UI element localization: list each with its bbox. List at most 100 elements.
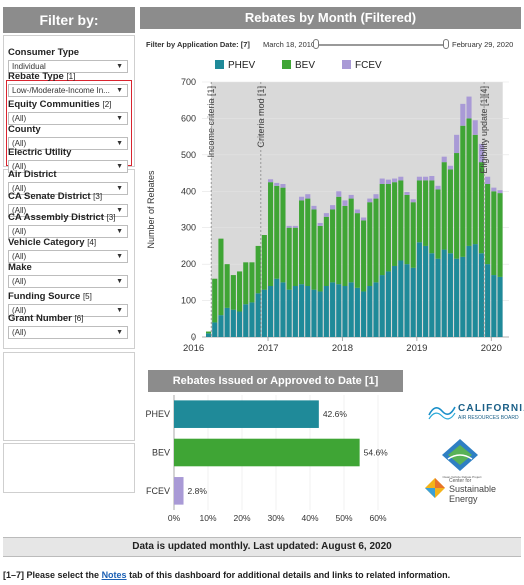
- bar-fcev[interactable]: [174, 477, 184, 505]
- bar-bev[interactable]: [410, 202, 416, 268]
- bar-phev[interactable]: [317, 291, 323, 337]
- bar-fcev[interactable]: [379, 178, 385, 184]
- bar-fcev[interactable]: [311, 205, 317, 210]
- bar-fcev[interactable]: [354, 209, 360, 214]
- bar-fcev[interactable]: [280, 184, 286, 188]
- bar-phev[interactable]: [299, 284, 305, 337]
- date-slider-track[interactable]: [318, 44, 443, 46]
- legend-item-bev[interactable]: BEV: [282, 60, 315, 71]
- bar-phev[interactable]: [447, 253, 453, 337]
- bar-fcev[interactable]: [410, 199, 416, 203]
- bar-fcev[interactable]: [323, 213, 329, 217]
- bar-phev[interactable]: [342, 286, 348, 337]
- bar-fcev[interactable]: [268, 179, 274, 183]
- bar-bev[interactable]: [478, 162, 484, 254]
- bar-fcev[interactable]: [299, 196, 305, 201]
- bar-phev[interactable]: [485, 264, 491, 337]
- bar-bev[interactable]: [429, 180, 435, 254]
- bar-phev[interactable]: [206, 333, 212, 337]
- bar-bev[interactable]: [268, 182, 274, 286]
- bar-phev[interactable]: [454, 258, 460, 337]
- bar-fcev[interactable]: [460, 103, 466, 126]
- bar-bev[interactable]: [485, 184, 491, 265]
- bar-phev[interactable]: [416, 242, 422, 337]
- bar-fcev[interactable]: [342, 200, 348, 206]
- bar-phev[interactable]: [224, 307, 230, 337]
- bar-fcev[interactable]: [286, 225, 292, 228]
- bar-bev[interactable]: [255, 245, 261, 294]
- bar-phev[interactable]: [497, 276, 503, 337]
- bar-fcev[interactable]: [317, 222, 323, 226]
- bar-bev[interactable]: [460, 125, 466, 257]
- bar-fcev[interactable]: [435, 185, 441, 190]
- bar-phev[interactable]: [429, 253, 435, 337]
- bar-phev[interactable]: [354, 287, 360, 337]
- legend-item-phev[interactable]: PHEV: [215, 60, 256, 71]
- bar-bev[interactable]: [292, 227, 298, 286]
- bar-phev[interactable]: [379, 275, 385, 337]
- bar-phev[interactable]: [330, 282, 336, 337]
- bar-bev[interactable]: [342, 205, 348, 286]
- filter-dropdown-11[interactable]: (All) ▼: [8, 326, 128, 339]
- bar-bev[interactable]: [354, 213, 360, 288]
- bar-bev[interactable]: [379, 184, 385, 276]
- bar-phev[interactable]: [460, 256, 466, 337]
- bar-bev[interactable]: [398, 180, 404, 261]
- bar-bev[interactable]: [454, 153, 460, 259]
- bar-fcev[interactable]: [292, 225, 298, 228]
- bar-bev[interactable]: [416, 180, 422, 243]
- bar-fcev[interactable]: [491, 187, 497, 192]
- bar-bev[interactable]: [392, 182, 398, 266]
- bar-phev[interactable]: [367, 286, 373, 337]
- bar-bev[interactable]: [206, 331, 212, 334]
- bar-bev[interactable]: [237, 271, 243, 312]
- bar-fcev[interactable]: [454, 134, 460, 154]
- bar-fcev[interactable]: [447, 165, 453, 170]
- bar-bev[interactable]: [224, 264, 230, 308]
- bar-bev[interactable]: [311, 209, 317, 290]
- bar-fcev[interactable]: [398, 176, 404, 181]
- bar-phev[interactable]: [373, 282, 379, 337]
- bar-fcev[interactable]: [367, 198, 373, 203]
- bar-fcev[interactable]: [441, 156, 447, 163]
- bar-fcev[interactable]: [429, 175, 435, 181]
- bar-bev[interactable]: [286, 227, 292, 290]
- bar-phev[interactable]: [441, 249, 447, 337]
- bar-bev[interactable]: [243, 262, 249, 305]
- bar-fcev[interactable]: [416, 176, 422, 181]
- bar-phev[interactable]: [423, 245, 429, 337]
- bar-fcev[interactable]: [392, 178, 398, 183]
- notes-link[interactable]: Notes: [102, 570, 127, 580]
- bar-bev[interactable]: [466, 118, 472, 246]
- bar-bev[interactable]: [261, 235, 267, 290]
- bar-bev[interactable]: [280, 187, 286, 283]
- bar-phev[interactable]: [286, 289, 292, 337]
- bar-bev[interactable]: [423, 180, 429, 246]
- bar-phev[interactable]: [174, 400, 319, 428]
- bar-bev[interactable]: [274, 185, 280, 279]
- bar-bev[interactable]: [385, 184, 391, 272]
- bar-bev[interactable]: [174, 438, 360, 467]
- bar-phev[interactable]: [404, 264, 410, 337]
- bar-phev[interactable]: [398, 260, 404, 338]
- calepa-logo[interactable]: Clean Vehicle Rebate Project: [440, 437, 488, 479]
- bar-fcev[interactable]: [361, 217, 367, 221]
- bar-bev[interactable]: [447, 169, 453, 254]
- bar-phev[interactable]: [392, 265, 398, 337]
- bar-phev[interactable]: [230, 309, 236, 337]
- bar-bev[interactable]: [305, 198, 311, 286]
- bar-phev[interactable]: [305, 286, 311, 337]
- bar-bev[interactable]: [435, 189, 441, 259]
- bar-phev[interactable]: [361, 291, 367, 337]
- bar-bev[interactable]: [404, 194, 410, 265]
- bar-bev[interactable]: [336, 196, 342, 285]
- bar-bev[interactable]: [491, 191, 497, 276]
- bar-phev[interactable]: [292, 286, 298, 337]
- bar-phev[interactable]: [212, 322, 218, 337]
- bar-bev[interactable]: [441, 162, 447, 250]
- bar-phev[interactable]: [268, 286, 274, 337]
- bar-phev[interactable]: [261, 289, 267, 337]
- legend-item-fcev[interactable]: FCEV: [342, 60, 382, 71]
- date-slider-end-handle[interactable]: [443, 39, 449, 49]
- bar-bev[interactable]: [472, 134, 478, 245]
